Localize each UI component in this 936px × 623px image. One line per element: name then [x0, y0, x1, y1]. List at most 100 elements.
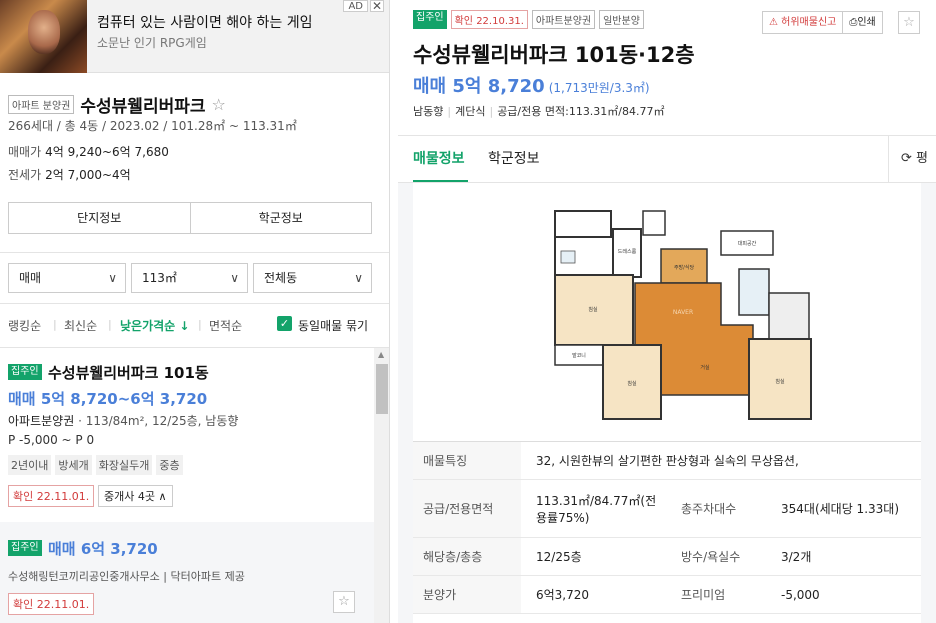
ad-thumbnail[interactable]	[0, 0, 87, 73]
favorite-star-icon[interactable]: ☆	[898, 11, 920, 34]
chip: 방세개	[55, 455, 92, 475]
detail-title: 수성뷰웰리버파크 101동·12층	[413, 43, 695, 67]
sort-low-price[interactable]: 낮은가격순 ↓	[120, 317, 189, 334]
property-type-tag: 아파트분양권	[531, 10, 596, 29]
ad-subtitle[interactable]: 소문난 인기 RPG게임	[97, 34, 207, 51]
detail-card: 드레스룸 침실 주방/식당 대피공간 거실 NAVER 발코니 침실 침실 매물…	[413, 183, 921, 623]
detail-price-main: 매매 5억 8,720	[413, 76, 545, 97]
listing-price[interactable]: 매매 6억 3,720	[48, 538, 158, 559]
structure: 계단식	[455, 105, 486, 118]
chip: 2년이내	[8, 455, 52, 475]
table-header: 해당층/총층	[413, 538, 521, 575]
chip: 중층	[156, 455, 183, 475]
direction: 남동향	[413, 105, 444, 118]
table-cell: -5,000	[781, 587, 820, 602]
room-label: 발코니	[572, 352, 586, 359]
detail-panel: 집주인 확인 22.10.31. 아파트분양권 일반분양 ⚠ 허위매물신고 ⎙인…	[398, 0, 936, 623]
listing-spec: · 113/84m², 12/25층, 남동향	[74, 414, 239, 428]
broker-name: 수성해링턴코끼리공인중개사무소 | 닥터아파트 제공	[8, 570, 245, 583]
plan-bath-2	[738, 268, 770, 316]
listing-panel: 컴퓨터 있는 사람이면 해야 하는 게임 소문난 인기 RPG게임 AD ✕ 아…	[0, 0, 390, 623]
watermark: NAVER	[673, 309, 693, 316]
favorite-star-icon[interactable]: ☆	[333, 591, 355, 613]
detail-content: 드레스룸 침실 주방/식당 대피공간 거실 NAVER 발코니 침실 침실 매물…	[398, 183, 936, 623]
divider	[0, 303, 389, 304]
detail-meta: 남동향 | 계단식 | 공급/전용 면적:113.31㎡/84.77㎡	[413, 105, 665, 118]
listing-price[interactable]: 매매 5억 8,720~6억 3,720	[8, 388, 207, 409]
detail-price-per-pyeong: (1,713만원/3.3㎡)	[548, 81, 650, 95]
sort-area[interactable]: 면적순	[209, 317, 242, 334]
listing-desc: 아파트분양권 · 113/84m², 12/25층, 남동향	[8, 412, 238, 429]
table-cell: 32, 시원한뷰의 살기편한 판상형과 실속의 무상옵션,	[536, 454, 799, 468]
print-label: 인쇄	[857, 17, 876, 28]
group-same-listing-checkbox[interactable]: ✓	[277, 316, 292, 331]
report-button[interactable]: ⚠ 허위매물신고	[763, 12, 842, 33]
room-label: 주방/식당	[674, 264, 694, 271]
scrollbar[interactable]: ▲	[374, 348, 389, 623]
scrollbar-thumb[interactable]	[376, 364, 388, 414]
jeonse-price-row: 전세가 2억 7,000~4억	[8, 166, 131, 183]
table-cell: 6억3,720	[536, 588, 590, 602]
complex-name: 수성뷰웰리버파크	[80, 97, 206, 117]
ad-close-icon[interactable]: ✕	[370, 0, 384, 12]
confirm-date-badge: 확인 22.11.01.	[8, 593, 95, 615]
table-cell: 12/25층	[536, 550, 582, 564]
area-select[interactable]: 113㎡ ∨	[131, 263, 248, 293]
table-header: 분양가	[413, 576, 521, 613]
table-header: 방수/욕실수	[667, 538, 767, 575]
table-row: 해당층/총층 12/25층 방수/욕실수 3/2개	[413, 538, 921, 576]
ad-banner[interactable]: 컴퓨터 있는 사람이면 해야 하는 게임 소문난 인기 RPG게임 AD ✕	[0, 0, 389, 73]
chip: 화장실두개	[95, 455, 153, 475]
owner-tag: 집주인	[413, 10, 447, 29]
sale-price-row: 매매가 4억 9,240~6억 7,680	[8, 143, 169, 160]
floor-plan[interactable]: 드레스룸 침실 주방/식당 대피공간 거실 NAVER 발코니 침실 침실	[553, 209, 813, 421]
jeonse-price-label: 전세가	[8, 168, 42, 182]
plan-balcony-top	[554, 210, 612, 240]
jeonse-price-value: 2억 7,000~4억	[45, 168, 131, 182]
room-label: 침실	[588, 306, 598, 313]
table-header: 총주차대수	[667, 480, 767, 537]
table-header: 공급/전용면적	[413, 480, 521, 537]
sort-latest[interactable]: 최신순	[64, 317, 97, 334]
tab-school-info[interactable]: 학군정보	[488, 148, 540, 168]
area-summary: 공급/전용 면적:113.31㎡/84.77㎡	[497, 105, 665, 118]
broker-count-button[interactable]: 중개사 4곳 ∧	[98, 485, 173, 507]
scroll-up-icon[interactable]: ▲	[378, 350, 384, 359]
listing-title[interactable]: 수성뷰웰리버파크 101동	[48, 362, 209, 383]
chevron-down-icon: ∨	[230, 271, 239, 285]
sale-type-tag: 일반분양	[599, 10, 644, 29]
tab-listing-info[interactable]: 매물정보	[413, 148, 465, 168]
group-same-listing-label[interactable]: 동일매물 묶기	[298, 317, 368, 334]
detail-tags: 집주인 확인 22.10.31. 아파트분양권 일반분양	[413, 10, 644, 29]
room-label: 드레스룸	[618, 248, 637, 255]
table-cell: 354대(세대당 1.33대)	[781, 502, 900, 516]
table-row: 공급/전용면적 113.31㎡/84.77㎡(전용률75%) 총주차대수 354…	[413, 480, 921, 538]
favorite-star-icon[interactable]: ☆	[212, 95, 226, 114]
sort-ranking[interactable]: 랭킹순	[8, 317, 41, 334]
complex-info: 266세대 / 총 4동 / 2023.02 / 101.28㎡ ~ 113.3…	[8, 119, 297, 133]
table-row: 매물특징 32, 시원한뷰의 살기편한 판상형과 실속의 무상옵션,	[413, 442, 921, 480]
complex-type-badge: 아파트 분양권	[8, 95, 75, 114]
divider: |	[108, 318, 112, 331]
table-cell: 113.31㎡/84.77㎡(전용률75%)	[536, 493, 657, 525]
report-label: 허위매물신고	[781, 17, 837, 28]
listing-type: 아파트분양권	[8, 414, 75, 428]
dong-value: 전체동	[264, 271, 298, 285]
print-button[interactable]: ⎙인쇄	[842, 12, 881, 33]
dong-select[interactable]: 전체동 ∨	[253, 263, 372, 293]
table-header: 매물특징	[413, 442, 521, 479]
trade-type-select[interactable]: 매매 ∨	[8, 263, 126, 293]
table-header: 프리미엄	[667, 576, 767, 613]
listing-detail-table: 매물특징 32, 시원한뷰의 살기편한 판상형과 실속의 무상옵션, 공급/전용…	[413, 441, 921, 614]
room-label: 대피공간	[738, 240, 757, 247]
divider	[0, 252, 389, 253]
pyeong-toggle-button[interactable]: ⟳ 평	[888, 136, 936, 182]
owner-tag: 집주인	[8, 540, 42, 556]
sale-price-value: 4억 9,240~6억 7,680	[45, 145, 169, 159]
complex-button-row: 단지정보 학군정보	[8, 202, 372, 234]
complex-info-button[interactable]: 단지정보	[9, 203, 190, 233]
ad-title[interactable]: 컴퓨터 있는 사람이면 해야 하는 게임	[97, 12, 312, 32]
confirm-date-badge: 확인 22.11.01.	[8, 485, 95, 507]
detail-price: 매매 5억 8,720 (1,713만원/3.3㎡)	[413, 72, 650, 98]
school-info-button[interactable]: 학군정보	[189, 203, 372, 233]
